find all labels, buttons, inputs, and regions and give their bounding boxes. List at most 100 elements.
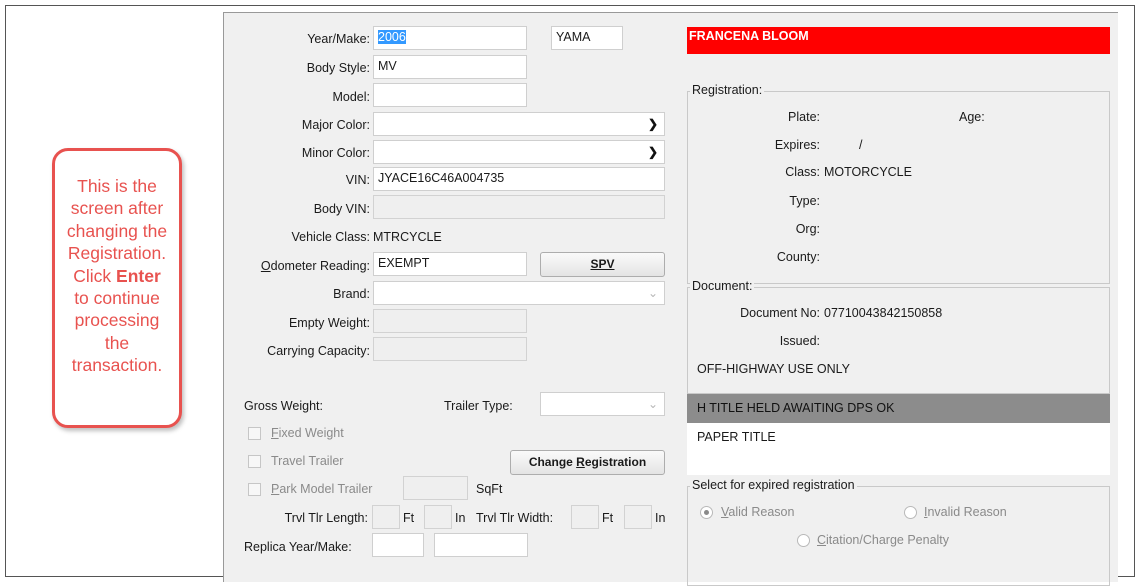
model-input[interactable] xyxy=(373,83,527,107)
odometer-label: Odometer Reading: xyxy=(261,259,370,273)
replica-make-input[interactable] xyxy=(434,533,528,557)
body-style-input[interactable]: MV xyxy=(373,55,527,79)
callout-line: Click Enter xyxy=(55,265,179,287)
spv-button-label: SPV xyxy=(590,257,615,271)
trailer-width-ft-input xyxy=(571,505,599,529)
valid-reason-radio[interactable] xyxy=(700,506,713,519)
carrying-capacity-label: Carrying Capacity: xyxy=(267,344,370,358)
travel-trailer-label: Travel Trailer xyxy=(271,454,344,468)
ft-label: Ft xyxy=(403,511,415,525)
document-group xyxy=(687,287,1110,394)
travel-trailer-checkbox[interactable] xyxy=(248,455,261,468)
chevron-down-icon: ❯ xyxy=(647,117,658,131)
vehicle-class-value: MTRCYCLE xyxy=(373,230,442,244)
brand-select[interactable]: ⌄ xyxy=(373,281,665,305)
park-model-trailer-checkbox[interactable] xyxy=(248,483,261,496)
trailer-type-label: Trailer Type: xyxy=(444,399,513,413)
year-input[interactable]: 2006 xyxy=(373,26,527,50)
callout-enter-key: Enter xyxy=(116,265,161,286)
vin-input[interactable]: JYACE16C46A004735 xyxy=(373,167,665,191)
empty-weight-input xyxy=(373,309,527,333)
valid-reason-text: alid Reason xyxy=(728,505,795,519)
fixed-weight-checkbox[interactable] xyxy=(248,427,261,440)
issued-label: Issued: xyxy=(779,334,820,348)
callout-line: changing the xyxy=(66,220,168,241)
age-label: Age: xyxy=(959,110,985,124)
odometer-label-accesskey: O xyxy=(260,259,271,273)
callout-line: the xyxy=(104,332,130,353)
registration-group xyxy=(687,91,1110,284)
class-label: Class: xyxy=(785,165,820,179)
in-label: In xyxy=(455,511,466,525)
class-value: MOTORCYCLE xyxy=(824,165,912,179)
trailer-type-select[interactable]: ⌄ xyxy=(540,392,665,416)
empty-weight-label: Empty Weight: xyxy=(288,316,370,330)
trailer-length-label: Trvl Tlr Length: xyxy=(284,511,368,525)
document-no-value: 07710043842150858 xyxy=(824,306,943,320)
valid-reason-label: Valid Reason xyxy=(721,505,794,519)
owner-name-bar: FRANCENA BLOOM xyxy=(687,27,1110,54)
callout-line: to continue xyxy=(74,288,160,309)
park-model-text: ark Model Trailer xyxy=(279,482,373,496)
expires-value: / xyxy=(859,138,863,152)
citation-accesskey: C xyxy=(817,533,827,547)
sqft-input xyxy=(403,476,468,500)
change-registration-text: Change xyxy=(528,455,577,469)
replica-year-input[interactable] xyxy=(372,533,424,557)
callout-text: Click xyxy=(73,265,117,286)
major-color-select[interactable]: ❯ xyxy=(373,112,665,136)
fixed-weight-accesskey: F xyxy=(271,426,279,440)
type-label: Type: xyxy=(789,194,820,208)
trailer-width-in-input xyxy=(624,505,652,529)
body-vin-label: Body VIN: xyxy=(313,202,370,216)
change-registration-text: egistration xyxy=(584,455,647,469)
vehicle-class-label: Vehicle Class: xyxy=(291,230,370,244)
document-note: OFF-HIGHWAY USE ONLY xyxy=(697,362,851,376)
fixed-weight-label: Fixed Weight xyxy=(271,426,344,440)
invalid-reason-text: nvalid Reason xyxy=(927,505,1007,519)
carrying-capacity-input xyxy=(373,337,527,361)
callout-line: screen after xyxy=(70,198,164,219)
gross-weight-label: Gross Weight: xyxy=(244,399,323,413)
body-vin-input xyxy=(373,195,665,219)
body-style-label: Body Style: xyxy=(306,61,370,75)
year-make-label: Year/Make: xyxy=(307,32,370,46)
chevron-down-icon: ⌄ xyxy=(647,286,658,300)
title-held-status[interactable]: H TITLE HELD AWAITING DPS OK xyxy=(687,394,1110,423)
in-label: In xyxy=(655,511,666,525)
invalid-reason-label: Invalid Reason xyxy=(924,505,1007,519)
spv-button[interactable]: SPV xyxy=(540,252,665,277)
ft-label: Ft xyxy=(602,511,614,525)
vehicle-record-panel: Year/Make: 2006 YAMA Body Style: MV Mode… xyxy=(223,12,1118,586)
citation-text: itation/Charge Penalty xyxy=(826,533,950,547)
make-input[interactable]: YAMA xyxy=(551,26,623,50)
trailer-width-label: Trvl Tlr Width: xyxy=(476,511,554,525)
change-registration-button[interactable]: Change Registration xyxy=(510,450,665,475)
paper-title-status[interactable]: PAPER TITLE xyxy=(687,423,1110,475)
invalid-reason-radio[interactable] xyxy=(904,506,917,519)
park-model-trailer-label: Park Model Trailer xyxy=(271,482,372,496)
plate-label: Plate: xyxy=(788,110,820,124)
chevron-down-icon: ⌄ xyxy=(647,397,658,411)
model-label: Model: xyxy=(332,90,370,104)
minor-color-select[interactable]: ❯ xyxy=(373,140,665,164)
change-registration-accesskey: R xyxy=(576,455,585,469)
registration-group-title: Registration: xyxy=(690,83,765,97)
expired-registration-title: Select for expired registration xyxy=(690,478,857,492)
odometer-label-text: dometer Reading: xyxy=(270,259,370,273)
brand-label: Brand: xyxy=(333,287,370,301)
sqft-label: SqFt xyxy=(476,482,503,496)
trailer-length-ft-input xyxy=(372,505,400,529)
expires-label: Expires: xyxy=(774,138,820,152)
odometer-input[interactable]: EXEMPT xyxy=(373,252,527,276)
org-label: Org: xyxy=(795,222,820,236)
replica-year-make-label: Replica Year/Make: xyxy=(244,540,352,554)
vin-label: VIN: xyxy=(345,173,370,187)
document-no-label: Document No: xyxy=(740,306,820,320)
callout-line: This is the xyxy=(77,176,157,196)
trailer-length-in-input xyxy=(424,505,452,529)
major-color-label: Major Color: xyxy=(301,118,370,132)
callout-line: Registration. xyxy=(67,243,167,264)
citation-charge-penalty-radio[interactable] xyxy=(797,534,810,547)
instruction-callout: This is the screen after changing the Re… xyxy=(52,148,182,428)
